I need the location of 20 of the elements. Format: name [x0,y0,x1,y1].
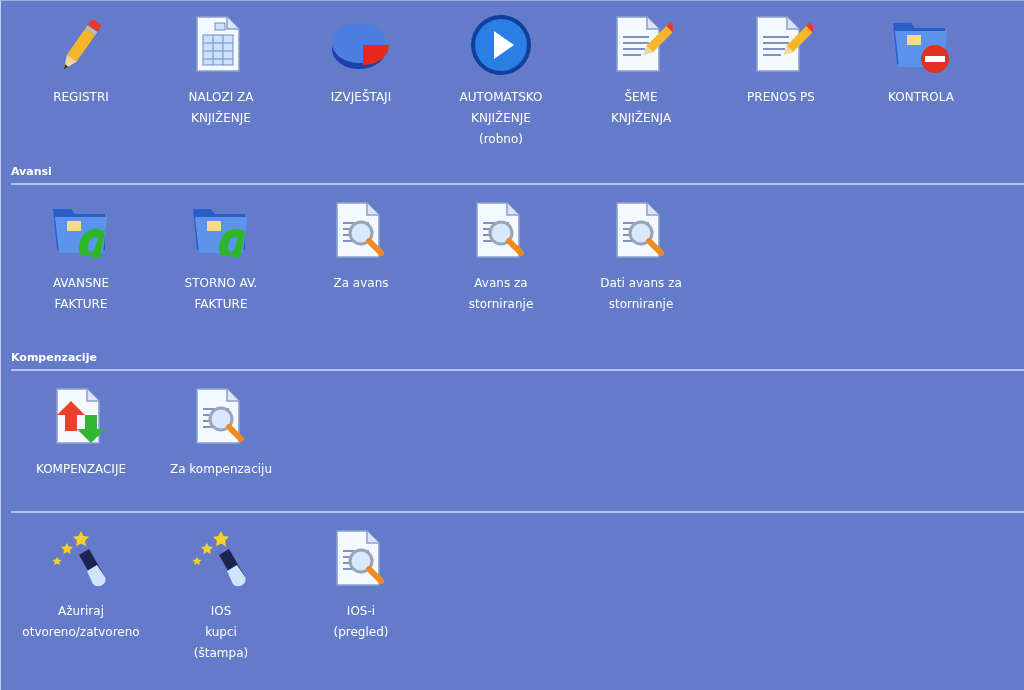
menu-item-label[interactable]: IZVJEŠTAJI [330,87,392,108]
menu-item-label[interactable]: Ažuriraj otvoreno/zatvoreno [22,601,140,643]
section-heading: Avansi [11,164,53,180]
menu-item-label[interactable]: Za kompenzaciju [169,459,273,480]
menu-item-label[interactable]: PRENOS PS [747,87,815,108]
section-heading: Kompenzacije [11,350,98,366]
menu-item-label[interactable]: ŠEME KNJIŽENJA [610,87,672,129]
play-icon [469,13,533,77]
menu-item-label[interactable]: AVANSNE FAKTURE [52,273,110,315]
menu-item-label[interactable]: KONTROLA [888,87,954,108]
menu-item-label[interactable]: IOS kupci (štampa) [193,601,249,664]
menu-item-label[interactable]: IOS-i (pregled) [333,601,389,643]
menu-item-label[interactable]: NALOZI ZA KNJIŽENJE [188,87,254,129]
menu-item-label[interactable]: KOMPENZACIJE [35,459,127,480]
menu-item-label[interactable]: STORNO AV. FAKTURE [184,273,258,315]
menu-item-label[interactable]: Avans za storniranje [468,273,534,315]
menu-item-label[interactable]: REGISTRI [53,87,109,108]
menu-item-label[interactable]: Za avans [333,273,389,294]
menu-item-label[interactable]: AUTOMATSKO KNJIŽENJE (robno) [459,87,543,150]
menu-item-label[interactable]: Dati avans za storniranje [600,273,682,315]
